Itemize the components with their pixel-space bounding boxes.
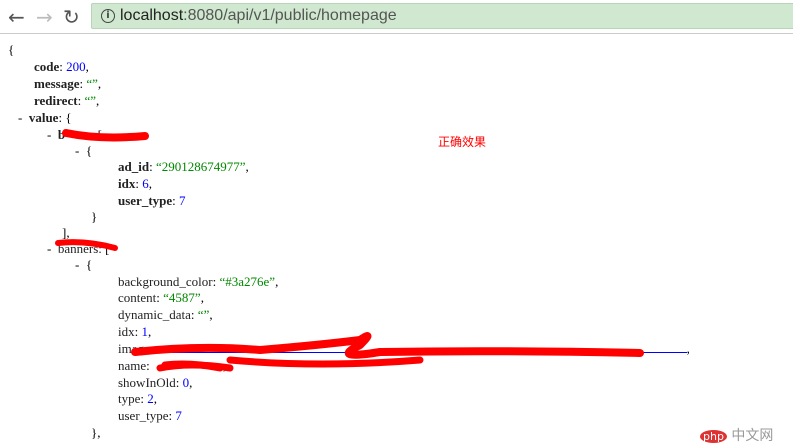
json-line: dynamic_data: “”, bbox=[118, 307, 213, 322]
json-line: showInOld: 0, bbox=[118, 375, 193, 390]
browser-toolbar: ← → ↻ i localhost:8080/api/v1/public/hom… bbox=[0, 0, 793, 34]
annotation-label: 正确效果 bbox=[438, 135, 487, 149]
key: idx bbox=[118, 324, 135, 339]
redacted-key: b bbox=[57, 127, 98, 142]
value-number: 7 bbox=[179, 193, 186, 208]
url-path: :8080/api/v1/public/homepage bbox=[183, 7, 397, 24]
reload-icon[interactable]: ↻ bbox=[63, 5, 80, 29]
key: content bbox=[118, 290, 157, 305]
json-line: background_color: “#3a276e”, bbox=[118, 274, 279, 289]
watermark-badge: php bbox=[700, 430, 727, 443]
key: user_type bbox=[118, 193, 173, 208]
json-line: - { bbox=[75, 143, 93, 158]
json-line: ad_id: “290128674977”, bbox=[118, 159, 249, 174]
key: background_color bbox=[118, 274, 213, 289]
value-number: 200 bbox=[66, 59, 86, 74]
collapse-toggle[interactable]: - bbox=[47, 127, 58, 142]
json-line: image: , bbox=[118, 340, 690, 356]
watermark-text: 中文网 bbox=[731, 428, 774, 444]
key: name bbox=[118, 358, 147, 373]
json-line: content: “4587”, bbox=[118, 290, 204, 305]
key: ad_id bbox=[118, 159, 150, 174]
value-number: 1 bbox=[141, 324, 149, 339]
value-string: “#3a276e” bbox=[219, 274, 276, 289]
redacted-key: banners: bbox=[57, 241, 102, 256]
key: message bbox=[34, 76, 80, 91]
info-icon[interactable]: i bbox=[101, 9, 115, 23]
value-string: “” bbox=[84, 93, 96, 108]
json-line: name: , bbox=[118, 358, 227, 373]
json-line: } bbox=[91, 209, 98, 224]
brace-open: { bbox=[8, 42, 15, 57]
json-line: user_type: 7 bbox=[118, 193, 186, 208]
collapse-toggle[interactable]: - bbox=[75, 257, 86, 272]
key: redirect bbox=[34, 93, 78, 108]
key: user_type bbox=[118, 408, 169, 423]
key: value bbox=[28, 110, 59, 125]
json-line: idx: 6, bbox=[118, 176, 152, 191]
json-line: - { bbox=[75, 257, 93, 272]
value-number: 7 bbox=[175, 408, 182, 423]
key: dynamic_data bbox=[118, 307, 191, 322]
value-string: “” bbox=[197, 307, 210, 322]
url-text[interactable]: localhost:8080/api/v1/public/homepage bbox=[120, 7, 397, 25]
json-line: message: “”, bbox=[34, 76, 102, 91]
forward-icon[interactable]: → bbox=[36, 5, 53, 29]
address-bar[interactable]: i localhost:8080/api/v1/public/homepage bbox=[91, 3, 793, 29]
json-line: code: 200, bbox=[34, 59, 89, 74]
json-line: redirect: “”, bbox=[34, 93, 100, 108]
collapse-toggle[interactable]: - bbox=[18, 110, 29, 125]
value-string: “4587” bbox=[163, 290, 201, 305]
value-number: 0 bbox=[182, 375, 190, 390]
value-string: “” bbox=[86, 76, 98, 91]
back-icon[interactable]: ← bbox=[8, 5, 25, 29]
value-number: 6 bbox=[142, 176, 149, 191]
json-line: - banners: [ bbox=[47, 241, 110, 256]
redacted-link[interactable] bbox=[156, 340, 687, 353]
key: image bbox=[118, 341, 150, 356]
json-line: }, bbox=[91, 425, 101, 440]
url-host: localhost bbox=[120, 7, 184, 24]
key: idx bbox=[118, 176, 136, 191]
watermark: php 中文网 bbox=[700, 425, 773, 445]
json-line: idx: 1, bbox=[118, 324, 152, 339]
json-line: ], bbox=[62, 225, 70, 240]
json-line: - b [ bbox=[47, 127, 102, 142]
json-line: - value: { bbox=[18, 110, 72, 125]
collapse-toggle[interactable]: - bbox=[75, 143, 86, 158]
json-line: type: 2, bbox=[118, 391, 158, 406]
key: type bbox=[118, 391, 141, 406]
key: showInOld bbox=[118, 375, 176, 390]
collapse-toggle[interactable]: - bbox=[47, 241, 58, 256]
key: code bbox=[34, 59, 60, 74]
value-number: 2 bbox=[147, 391, 154, 406]
value-string: “290128674977” bbox=[155, 159, 246, 174]
json-line: user_type: 7 bbox=[118, 408, 182, 423]
